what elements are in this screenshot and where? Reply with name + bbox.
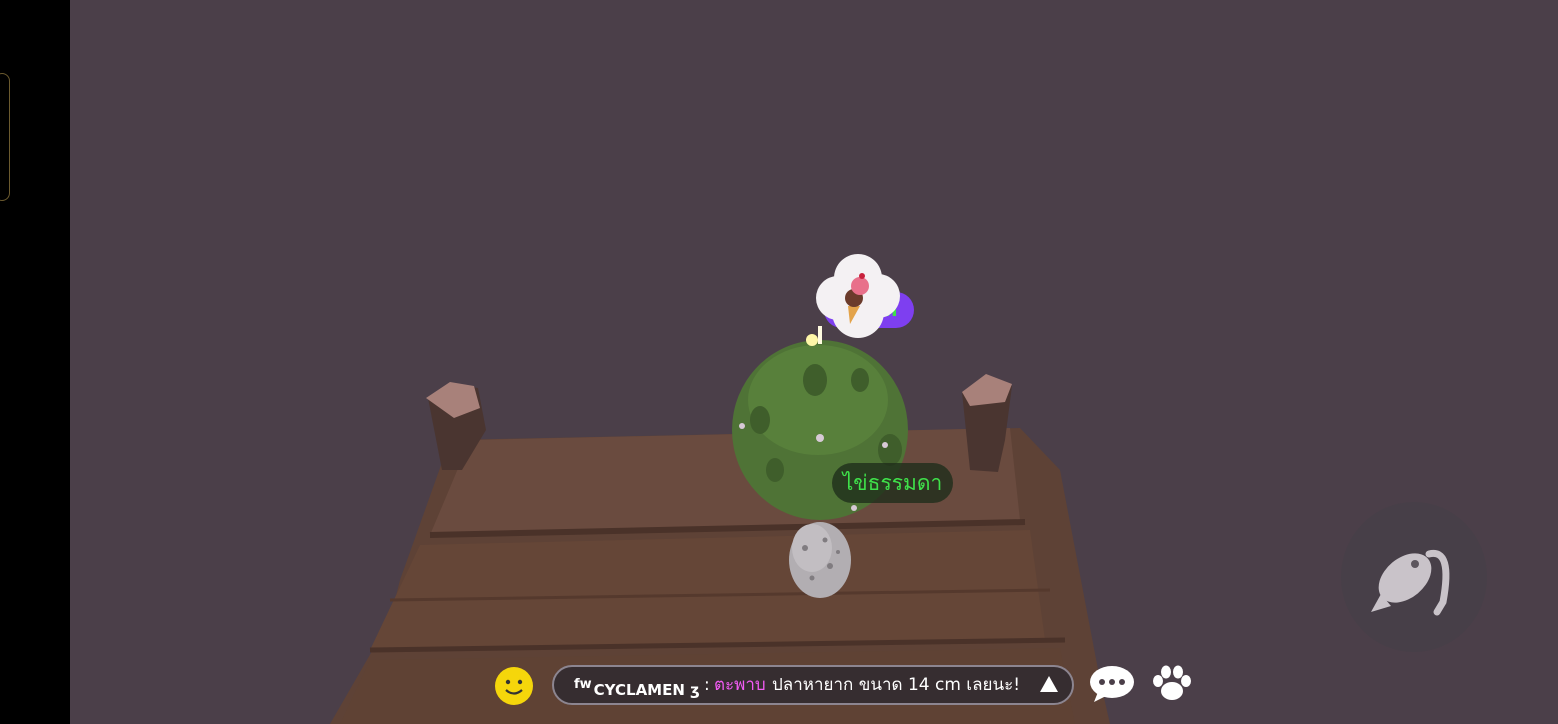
scene-canvas [70, 0, 1558, 724]
chat-sender: fw CYCLAMEN ʒ [574, 667, 700, 703]
smiley-icon[interactable] [494, 666, 534, 706]
fishing-rod-icon [1371, 549, 1450, 616]
egg-type-label: ไข่ธรรมดา [832, 463, 953, 503]
side-panel-tab[interactable] [0, 73, 10, 201]
game-screen: Gusin ไข่ธรรมดา fwCYCLAMEN ʒ : ตะพาบ ปลา… [0, 0, 1558, 724]
paw-icon[interactable] [1150, 664, 1194, 704]
caret-up-icon[interactable] [1040, 676, 1058, 692]
thought-bubble [816, 254, 900, 338]
chat-message-bar[interactable]: fw CYCLAMEN ʒ : ตะพาบ ปลาหายาก ขนาด 14 cm… [552, 665, 1074, 705]
chat-message-text: ปลาหายาก ขนาด 14 cm เลยนะ! [772, 675, 1021, 695]
sender-name: CYCLAMEN ʒ [593, 681, 700, 699]
left-letterbox [0, 0, 70, 724]
speech-bubble-icon[interactable] [1088, 664, 1136, 704]
fishing-button[interactable] [1341, 502, 1487, 652]
sender-prefix: fw [574, 677, 592, 692]
game-scene: Gusin ไข่ธรรมดา [70, 0, 1558, 724]
chat-separator: : [704, 675, 710, 695]
stone-egg [789, 522, 851, 598]
chat-location: ตะพาบ [714, 675, 766, 695]
